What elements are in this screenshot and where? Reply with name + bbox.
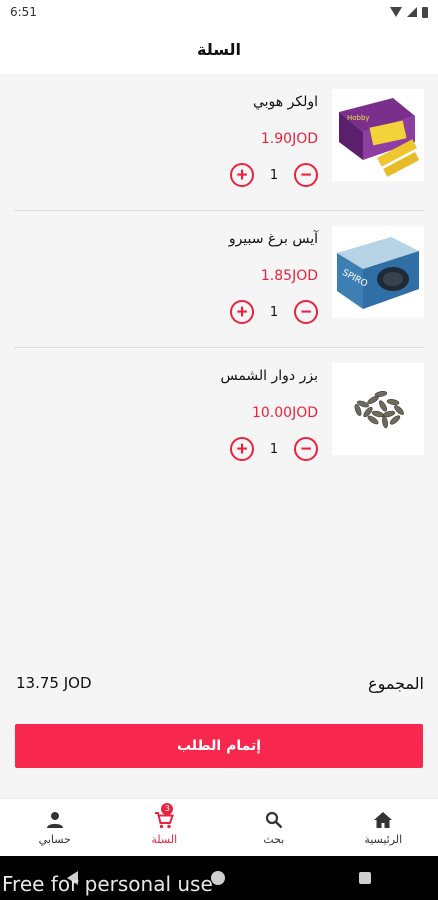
wafer-box-image: Hobby (332, 89, 424, 181)
nav-item-search[interactable]: بحث (219, 799, 329, 856)
increase-quantity-button[interactable]: + (230, 437, 254, 461)
recent-apps-icon[interactable] (359, 872, 372, 884)
signal-icon (407, 7, 417, 17)
app-bar: السلة (0, 24, 438, 74)
increase-quantity-button[interactable]: + (230, 300, 254, 324)
sunflower-seeds-image (332, 363, 424, 455)
page-title: السلة (196, 39, 241, 59)
nav-label-account: حسابي (38, 832, 71, 846)
nav-label-home: الرئيسية (364, 832, 403, 846)
nav-item-home[interactable]: الرئيسية (329, 799, 438, 856)
cart-item: Hobby اولكر هوبي 1.90JOD + 1 − (0, 74, 438, 211)
nav-label-cart: السلة (151, 832, 178, 846)
total-row: المجموع 13.75 JOD (0, 668, 438, 702)
decrease-quantity-button[interactable]: − (294, 300, 318, 324)
nav-item-account[interactable]: حسابي (0, 799, 110, 856)
search-icon (263, 810, 285, 830)
total-label: المجموع (368, 674, 424, 693)
watermark-text: Free for personal use (2, 872, 213, 896)
status-bar: 6:51 (0, 0, 438, 24)
nav-label-search: بحث (263, 832, 285, 846)
decrease-quantity-button[interactable]: − (294, 163, 318, 187)
bottom-nav: الرئيسية بحث 3 السلة حسابي (0, 798, 438, 856)
decrease-quantity-button[interactable]: − (294, 437, 318, 461)
wifi-icon (390, 7, 402, 17)
cart-item: SPIRO آيس برغ سبيرو 1.85JOD + 1 − (0, 211, 438, 348)
status-time: 6:51 (10, 5, 37, 19)
product-name: بزر دوار الشمس (220, 368, 318, 384)
svg-text:Hobby: Hobby (347, 114, 370, 122)
product-price: 1.90JOD (260, 131, 318, 147)
cart-list: Hobby اولكر هوبي 1.90JOD + 1 − SPIRO آيس… (0, 74, 438, 644)
nav-item-cart[interactable]: 3 السلة (110, 799, 220, 856)
quantity-stepper: + 1 − (230, 163, 318, 187)
quantity-stepper: + 1 − (230, 300, 318, 324)
biscuit-box-image: SPIRO (332, 226, 424, 318)
product-name: اولكر هوبي (252, 94, 318, 110)
home-circle-icon[interactable] (211, 871, 226, 885)
increase-quantity-button[interactable]: + (230, 163, 254, 187)
cart-badge: 3 (161, 802, 174, 815)
checkout-button[interactable]: إتمام الطلب (15, 724, 423, 768)
quantity-value: 1 (269, 304, 279, 320)
cart-icon: 3 (153, 802, 175, 830)
quantity-value: 1 (269, 441, 279, 457)
home-icon (372, 810, 394, 830)
product-name: آيس برغ سبيرو (228, 231, 318, 247)
quantity-stepper: + 1 − (230, 437, 318, 461)
status-icons (390, 6, 428, 18)
product-price: 10.00JOD (251, 405, 318, 421)
battery-icon (422, 6, 428, 18)
cart-item: بزر دوار الشمس 10.00JOD + 1 − (0, 348, 438, 485)
quantity-value: 1 (269, 167, 279, 183)
account-icon (44, 810, 66, 830)
product-price: 1.85JOD (260, 268, 318, 284)
total-value: 13.75 JOD (16, 674, 92, 692)
